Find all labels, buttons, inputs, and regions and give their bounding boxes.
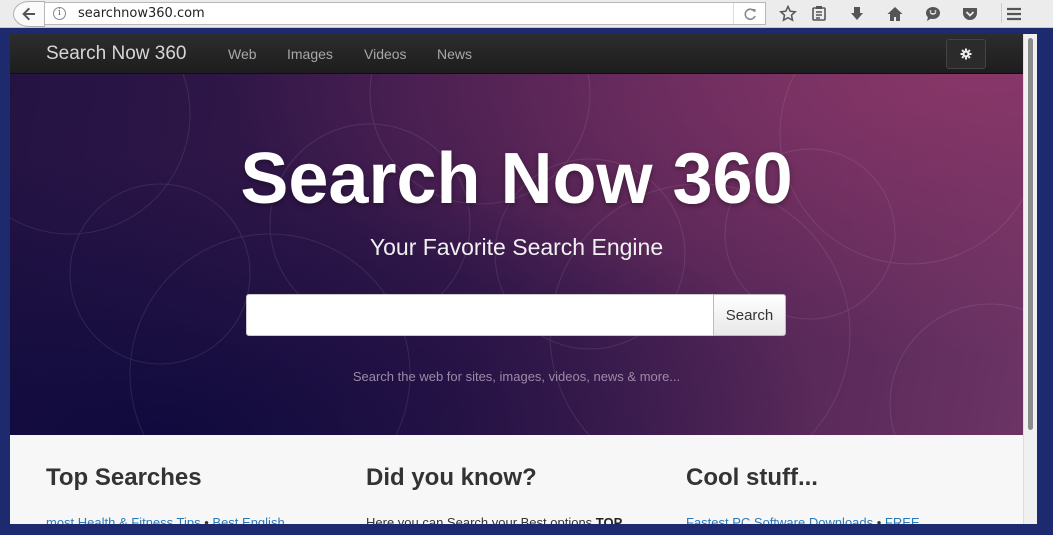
pocket-icon[interactable]	[959, 3, 981, 25]
scrollbar-thumb[interactable]	[1028, 38, 1033, 430]
did-you-know-bold: TOP	[595, 515, 623, 524]
nav-link-news[interactable]: News	[437, 46, 472, 62]
hero-title: Search Now 360	[240, 139, 793, 219]
nav-link-videos[interactable]: Videos	[364, 46, 407, 62]
settings-button[interactable]	[946, 39, 986, 69]
section-title: Top Searches	[46, 464, 202, 491]
hero-section: Search Now 360 Your Favorite Search Engi…	[10, 74, 1023, 435]
search-button[interactable]: Search	[713, 294, 786, 336]
url-bar[interactable]: i searchnow360.com	[44, 2, 766, 25]
did-you-know-body: Here you can Search your Best options	[366, 515, 596, 524]
gear-icon	[960, 48, 972, 60]
download-icon[interactable]	[846, 3, 868, 25]
top-searches-links: most Health & Fitness Tips • Best Englis…	[46, 515, 285, 524]
url-text: searchnow360.com	[78, 6, 205, 21]
nav-link-web[interactable]: Web	[228, 46, 257, 62]
page-scrollbar[interactable]	[1023, 34, 1037, 524]
back-arrow-icon	[22, 7, 35, 21]
toolbar-divider	[1001, 3, 1002, 23]
did-you-know-text: Here you can Search your Best options TO…	[366, 515, 622, 524]
info-icon[interactable]: i	[53, 7, 66, 20]
top-search-link[interactable]: most Health & Fitness Tips	[46, 515, 201, 524]
browser-toolbar: i searchnow360.com	[0, 0, 1053, 28]
link-separator: •	[200, 515, 213, 524]
cool-stuff-links: Fastest PC Software Downloads • FREE	[686, 515, 920, 524]
cool-stuff-link[interactable]: FREE	[885, 515, 920, 524]
site-navbar: Search Now 360 Web Images Videos News	[10, 34, 1023, 74]
search-input[interactable]	[246, 294, 714, 336]
page-viewport: Search Now 360 Web Images Videos News Se…	[10, 34, 1023, 524]
back-button[interactable]	[13, 1, 45, 27]
hero-subtitle: Your Favorite Search Engine	[369, 234, 664, 260]
chat-icon[interactable]	[922, 3, 944, 25]
nav-link-images[interactable]: Images	[287, 46, 333, 62]
menu-icon[interactable]	[1003, 3, 1025, 25]
section-title: Cool stuff...	[686, 464, 818, 491]
reload-icon	[744, 7, 756, 20]
section-title: Did you know?	[366, 464, 537, 491]
reading-list-icon[interactable]	[808, 3, 830, 25]
top-search-link[interactable]: Best English	[212, 515, 284, 524]
link-separator: •	[873, 515, 885, 524]
home-icon[interactable]	[884, 3, 906, 25]
reload-button[interactable]	[733, 3, 765, 24]
brand-logo[interactable]: Search Now 360	[46, 43, 186, 65]
search-hint: Search the web for sites, images, videos…	[352, 369, 681, 384]
cool-stuff-link[interactable]: Fastest PC Software Downloads	[686, 515, 873, 524]
bookmark-star-icon[interactable]	[777, 3, 799, 25]
